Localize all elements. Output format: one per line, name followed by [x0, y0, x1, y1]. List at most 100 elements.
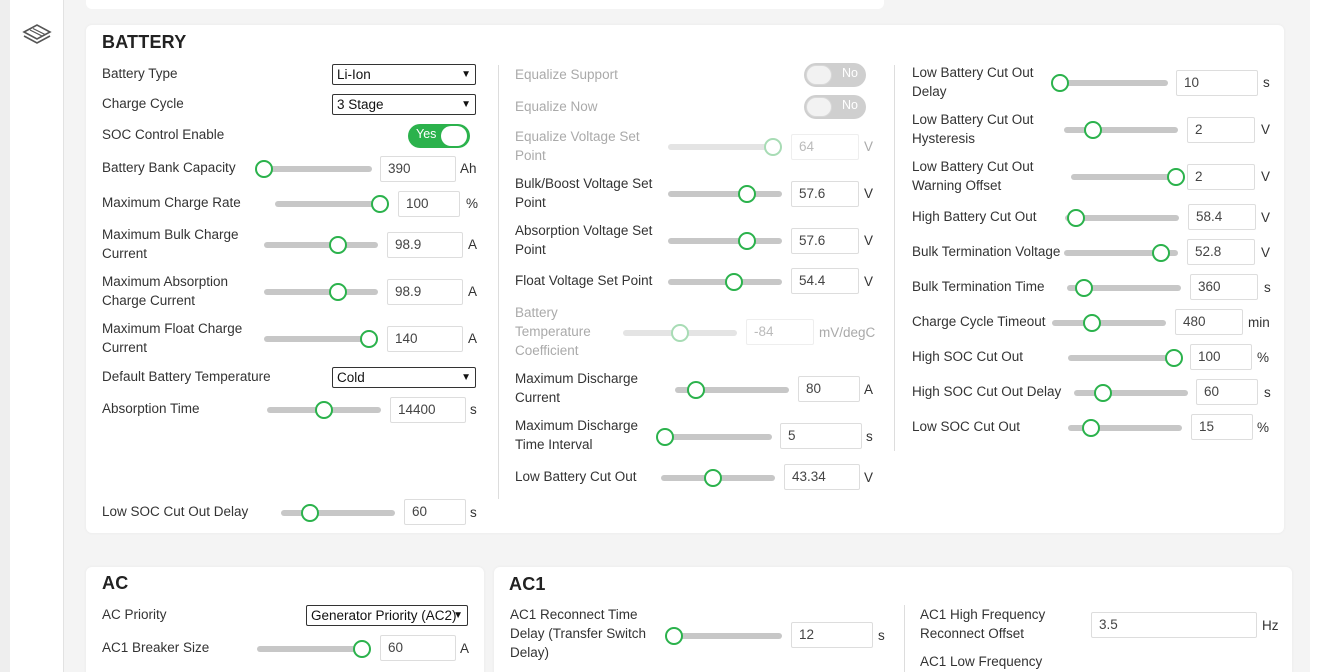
low-batt-hysteresis-unit: V	[1261, 122, 1271, 137]
low-battery-cutout-label: Low Battery Cut Out	[515, 469, 637, 484]
absorption-voltage-slider[interactable]	[668, 232, 782, 250]
equalize-now-toggle[interactable]: No	[804, 95, 866, 119]
temp-coeff-slider[interactable]	[623, 324, 737, 342]
slider-handle[interactable]	[737, 232, 756, 250]
slider-handle[interactable]	[1093, 384, 1112, 402]
max-bulk-current-slider[interactable]	[264, 236, 378, 254]
equalize-voltage-input[interactable]: 64	[791, 134, 859, 160]
ac1-breaker-unit: A	[460, 641, 470, 656]
bulk-voltage-input[interactable]: 57.6	[791, 181, 859, 207]
slider-handle[interactable]	[370, 195, 389, 213]
slider-handle[interactable]	[737, 185, 756, 203]
equalize-voltage-slider[interactable]	[668, 138, 782, 156]
slider-handle[interactable]	[671, 324, 689, 342]
max-charge-rate-input[interactable]: 100	[398, 191, 460, 217]
absorption-time-input[interactable]: 14400	[390, 397, 466, 423]
slider-handle[interactable]	[329, 236, 348, 254]
absorption-voltage-input[interactable]: 57.6	[791, 228, 859, 254]
battery-type-select[interactable]: Li-Ion ▼	[332, 64, 476, 85]
high-soc-delay-slider[interactable]	[1074, 384, 1188, 402]
slider-handle[interactable]	[656, 428, 674, 446]
previous-card-edge	[86, 0, 884, 9]
slider-handle[interactable]	[1050, 74, 1069, 92]
slider-handle[interactable]	[1166, 168, 1185, 186]
low-batt-hysteresis-input[interactable]: 2	[1187, 117, 1255, 143]
max-discharge-current-slider[interactable]	[675, 381, 789, 399]
ac1-reconnect-delay-slider[interactable]	[664, 627, 782, 645]
slider-handle[interactable]	[352, 640, 371, 658]
slider-handle[interactable]	[1067, 209, 1086, 227]
slider-handle[interactable]	[1081, 419, 1100, 437]
high-soc-cutout-input[interactable]: 100	[1190, 344, 1252, 370]
max-discharge-interval-slider[interactable]	[656, 428, 772, 446]
low-batt-warning-slider[interactable]	[1071, 168, 1185, 186]
ac1-reconnect-delay-input[interactable]: 12	[791, 622, 873, 648]
bulk-term-time-slider[interactable]	[1067, 279, 1181, 297]
bulk-term-time-input[interactable]: 360	[1190, 274, 1258, 300]
high-batt-cutout-slider[interactable]	[1065, 209, 1179, 227]
charge-cycle-select[interactable]: 3 Stage ▼	[332, 94, 476, 115]
high-soc-delay-input[interactable]: 60	[1196, 379, 1258, 405]
slider-handle[interactable]	[254, 160, 273, 178]
slider-handle[interactable]	[1083, 121, 1102, 139]
slider-handle[interactable]	[686, 381, 705, 399]
bank-capacity-input[interactable]: 390	[380, 156, 456, 182]
max-charge-rate-unit: %	[466, 196, 479, 211]
slider-handle[interactable]	[315, 401, 333, 419]
high-soc-cutout-slider[interactable]	[1068, 349, 1183, 367]
ac-priority-select[interactable]: Generator Priority (AC2) ▼	[306, 605, 468, 626]
float-voltage-slider[interactable]	[668, 273, 782, 291]
low-batt-delay-slider[interactable]	[1050, 74, 1168, 92]
ac1-breaker-input[interactable]: 60	[380, 635, 456, 661]
absorption-time-slider[interactable]	[267, 401, 381, 419]
chevron-down-icon: ▼	[461, 372, 471, 383]
low-batt-warning-input[interactable]: 2	[1187, 164, 1255, 190]
default-temp-select[interactable]: Cold ▼	[332, 367, 476, 388]
bulk-term-voltage-input[interactable]: 52.8	[1187, 239, 1255, 265]
slider-handle[interactable]	[664, 627, 683, 645]
low-battery-cutout-input[interactable]: 43.34	[784, 464, 860, 490]
low-batt-delay-input[interactable]: 10	[1176, 70, 1258, 96]
slider-handle[interactable]	[725, 273, 744, 291]
slider-handle[interactable]	[1164, 349, 1183, 367]
slider-handle[interactable]	[359, 330, 378, 348]
temp-coeff-label: Battery Temperature Coefficient	[515, 305, 591, 358]
max-bulk-current-input[interactable]: 98.9	[387, 232, 463, 258]
slider-handle[interactable]	[1075, 279, 1094, 297]
low-soc-cutout-input[interactable]: 15	[1191, 414, 1253, 440]
soc-control-toggle[interactable]: Yes	[408, 124, 470, 148]
temp-coeff-input[interactable]: -84	[746, 319, 814, 345]
low-battery-cutout-slider[interactable]	[661, 469, 775, 487]
bank-capacity-slider[interactable]	[254, 160, 372, 178]
bulk-voltage-slider[interactable]	[668, 185, 782, 203]
high-batt-cutout-input[interactable]: 58.4	[1188, 204, 1256, 230]
stacked-layers-icon[interactable]	[22, 22, 52, 51]
slider-handle[interactable]	[300, 504, 319, 522]
equalize-support-toggle[interactable]: No	[804, 63, 866, 87]
low-soc-cutout-slider[interactable]	[1068, 419, 1182, 437]
ac1-high-freq-input[interactable]: 3.5	[1091, 612, 1257, 638]
low-soc-delay-slider[interactable]	[281, 504, 395, 522]
charge-cycle-timeout-input[interactable]: 480	[1175, 309, 1243, 335]
max-absorption-current-input[interactable]: 98.9	[387, 279, 463, 305]
max-charge-rate-slider[interactable]	[275, 195, 389, 213]
low-soc-delay-unit: s	[470, 505, 477, 520]
max-discharge-current-input[interactable]: 80	[798, 376, 860, 402]
slider-handle[interactable]	[329, 283, 348, 301]
slider-handle[interactable]	[704, 469, 723, 487]
max-absorption-current-unit: A	[468, 284, 478, 299]
charge-cycle-timeout-slider[interactable]	[1052, 314, 1166, 332]
max-float-current-input[interactable]: 140	[387, 326, 463, 352]
max-discharge-interval-input[interactable]: 5	[780, 423, 862, 449]
bulk-term-voltage-slider[interactable]	[1064, 244, 1178, 262]
max-absorption-current-slider[interactable]	[264, 283, 378, 301]
float-voltage-input[interactable]: 54.4	[791, 268, 859, 294]
low-soc-delay-input[interactable]: 60	[404, 499, 466, 525]
slider-handle[interactable]	[763, 138, 782, 156]
slider-handle[interactable]	[1082, 314, 1101, 332]
bulk-term-time-unit: s	[1264, 280, 1271, 295]
low-batt-hysteresis-slider[interactable]	[1064, 121, 1178, 139]
ac1-breaker-slider[interactable]	[257, 640, 371, 658]
max-float-current-slider[interactable]	[264, 330, 378, 348]
slider-handle[interactable]	[1151, 244, 1170, 262]
